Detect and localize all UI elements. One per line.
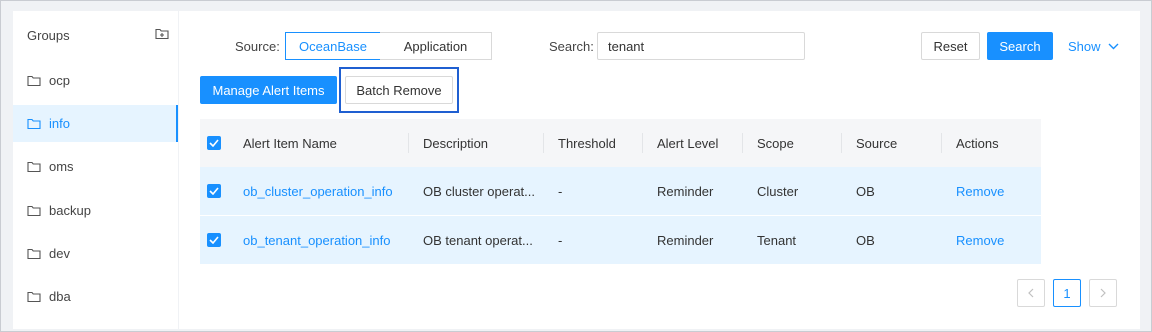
- column-divider: [941, 133, 942, 153]
- sidebar-item-label: info: [49, 116, 70, 131]
- sidebar-item-dev[interactable]: dev: [13, 235, 178, 272]
- sidebar-item-info[interactable]: info: [13, 105, 178, 142]
- folder-add-icon[interactable]: [154, 27, 170, 41]
- batch-remove-button[interactable]: Batch Remove: [345, 76, 453, 104]
- sidebar-item-dba[interactable]: dba: [13, 278, 178, 315]
- sidebar-item-label: dba: [49, 289, 71, 304]
- column-divider: [408, 133, 409, 153]
- sidebar-item-oms[interactable]: oms: [13, 148, 178, 185]
- folder-icon: [27, 118, 41, 130]
- folder-icon: [27, 75, 41, 87]
- col-alert-item-name: Alert Item Name: [243, 135, 337, 151]
- column-divider: [642, 133, 643, 153]
- row-checkbox[interactable]: [207, 167, 221, 215]
- threshold-cell: -: [558, 232, 563, 248]
- sidebar-item-label: backup: [49, 203, 91, 218]
- sidebar-item-label: oms: [49, 159, 74, 174]
- scope-cell: Tenant: [757, 232, 797, 248]
- col-scope: Scope: [757, 135, 794, 151]
- checkbox-checked-icon: [207, 136, 221, 150]
- search-button[interactable]: Search: [987, 32, 1053, 60]
- remove-link[interactable]: Remove: [956, 167, 1004, 215]
- source-option-oceanbase[interactable]: OceanBase: [285, 32, 381, 60]
- search-label: Search:: [549, 39, 594, 54]
- folder-icon: [27, 291, 41, 303]
- table-header: Alert Item Name Description Threshold Al…: [200, 119, 1041, 167]
- col-source: Source: [856, 135, 898, 151]
- column-divider: [742, 133, 743, 153]
- alert-level-cell: Reminder: [657, 183, 714, 199]
- alert-item-name-link[interactable]: ob_tenant_operation_info: [243, 216, 390, 264]
- description-cell: OB cluster operat...: [423, 183, 535, 199]
- prev-page-button[interactable]: [1017, 279, 1045, 307]
- sidebar-item-ocp[interactable]: ocp: [13, 62, 178, 99]
- page-number-button[interactable]: 1: [1053, 279, 1081, 307]
- threshold-cell: -: [558, 183, 563, 199]
- alert-item-name-link[interactable]: ob_cluster_operation_info: [243, 167, 393, 215]
- source-cell: OB: [856, 232, 875, 248]
- remove-link[interactable]: Remove: [956, 216, 1004, 264]
- col-alert-level: Alert Level: [657, 135, 719, 151]
- table-row: ob_cluster_operation_info OB cluster ope…: [200, 167, 1041, 216]
- groups-sidebar: Groups ocp info oms backup dev dba: [13, 11, 178, 329]
- app-frame: Groups ocp info oms backup dev dba Sourc…: [0, 0, 1152, 332]
- chevron-right-icon: [1100, 288, 1106, 298]
- chevron-left-icon: [1028, 288, 1034, 298]
- alert-items-panel: Source: OceanBase Application Search: Re…: [179, 11, 1140, 329]
- source-option-application[interactable]: Application: [380, 32, 492, 60]
- chevron-down-icon: [1108, 43, 1119, 50]
- checkbox-checked-icon: [207, 184, 221, 198]
- col-threshold: Threshold: [558, 135, 616, 151]
- show-toggle[interactable]: Show: [1068, 39, 1119, 54]
- alert-level-cell: Reminder: [657, 232, 714, 248]
- show-label: Show: [1068, 39, 1101, 54]
- col-actions: Actions: [956, 135, 999, 151]
- search-input[interactable]: [597, 32, 805, 60]
- folder-icon: [27, 161, 41, 173]
- row-checkbox[interactable]: [207, 216, 221, 264]
- col-description: Description: [423, 135, 489, 151]
- alert-items-table: Alert Item Name Description Threshold Al…: [200, 119, 1041, 265]
- column-divider: [543, 133, 544, 153]
- source-cell: OB: [856, 183, 875, 199]
- manage-alert-items-button[interactable]: Manage Alert Items: [200, 76, 337, 104]
- reset-button[interactable]: Reset: [921, 32, 980, 60]
- scope-cell: Cluster: [757, 183, 799, 199]
- checkbox-checked-icon: [207, 233, 221, 247]
- description-cell: OB tenant operat...: [423, 232, 533, 248]
- select-all-checkbox[interactable]: [207, 119, 221, 167]
- column-divider: [841, 133, 842, 153]
- next-page-button[interactable]: [1089, 279, 1117, 307]
- folder-icon: [27, 205, 41, 217]
- folder-icon: [27, 248, 41, 260]
- sidebar-item-label: dev: [49, 246, 70, 261]
- source-label: Source:: [235, 39, 280, 54]
- sidebar-item-label: ocp: [49, 73, 70, 88]
- sidebar-item-backup[interactable]: backup: [13, 192, 178, 229]
- table-row: ob_tenant_operation_info OB tenant opera…: [200, 216, 1041, 265]
